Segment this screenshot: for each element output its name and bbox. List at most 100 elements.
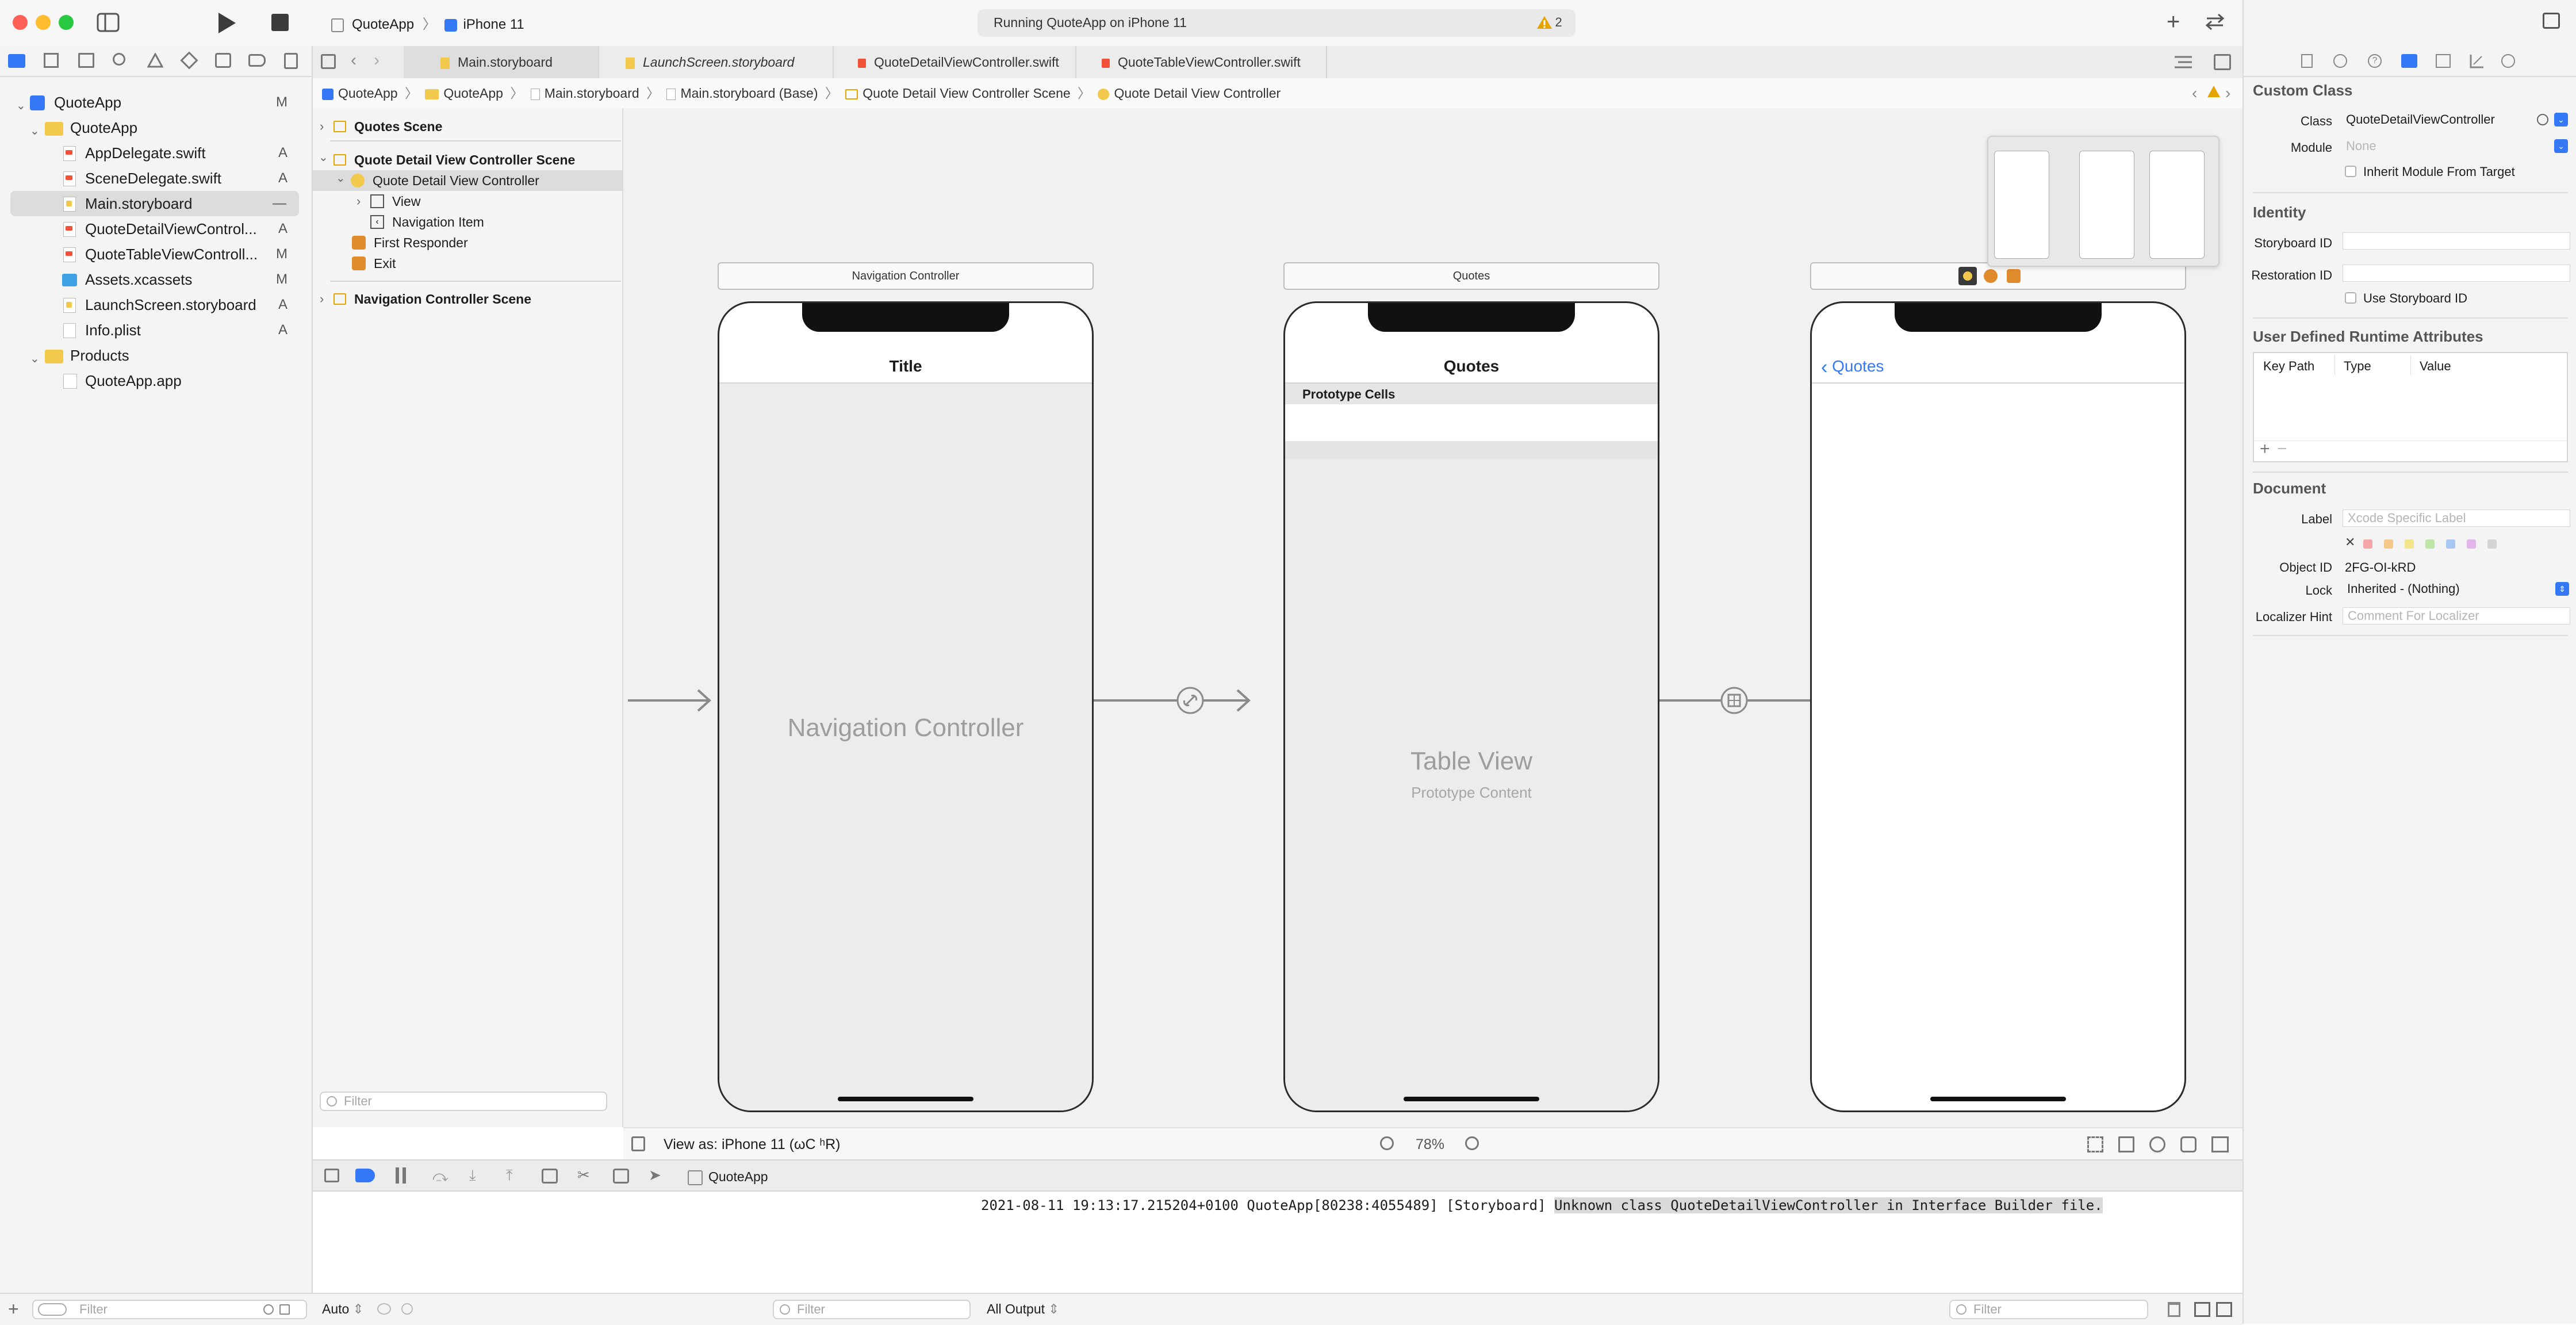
localizer-hint-field[interactable]: Comment For Localizer [2343, 607, 2570, 625]
add-icon[interactable]: + [2167, 10, 2180, 33]
navigation-controller-device[interactable]: Title Navigation Controller [718, 301, 1094, 1112]
nav-project-quoteapp[interactable]: ⌄ QuoteApp M [0, 90, 310, 115]
clear-label-icon[interactable]: ✕ [2345, 535, 2355, 550]
history-inspector-icon[interactable] [2333, 54, 2347, 68]
go-to-class-icon[interactable] [2537, 114, 2548, 125]
filter-options-icon[interactable] [38, 1303, 67, 1316]
resolve-issues-icon[interactable] [2211, 1136, 2229, 1152]
step-into-icon[interactable]: ⤓ [469, 1166, 476, 1185]
entry-point-arrow[interactable] [623, 689, 715, 712]
zoom-out-icon[interactable] [1380, 1136, 1394, 1150]
label-color-purple[interactable] [2467, 539, 2476, 549]
variables-filter-input[interactable]: Filter [773, 1300, 971, 1319]
update-frames-icon[interactable] [2087, 1136, 2103, 1152]
relationship-segue[interactable] [1094, 683, 1256, 718]
nav-file-infoplist[interactable]: Info.plist A [0, 317, 310, 343]
scene-header-quotes[interactable]: Quotes [1283, 262, 1659, 290]
find-icon[interactable] [113, 53, 125, 66]
module-field[interactable]: None ⌄ [2341, 138, 2570, 155]
first-responder-dock-icon[interactable] [1984, 269, 1998, 283]
view-hierarchy-icon[interactable] [542, 1169, 558, 1184]
nav-file-quotedetail[interactable]: QuoteDetailViewControl... A [0, 216, 310, 242]
outline-first-responder[interactable]: First Responder [313, 232, 622, 253]
editor-options-icon[interactable] [2174, 55, 2193, 69]
tab-launchscreen[interactable]: LaunchScreen.storyboard [599, 46, 834, 78]
quote-detail-device[interactable]: ‹ Quotes [1810, 301, 2186, 1112]
outline-detail-vc[interactable]: ⌄ Quote Detail View Controller [313, 170, 622, 191]
storyboard-id-field[interactable] [2343, 232, 2570, 250]
class-field[interactable]: QuoteDetailViewController ⌄ [2341, 112, 2570, 129]
console-output-selector[interactable]: All Output ⇕ [987, 1294, 1059, 1324]
forward-icon[interactable]: › [374, 51, 379, 70]
view-controller-dock-icon[interactable] [1958, 267, 1977, 285]
label-color-blue[interactable] [2446, 539, 2455, 549]
breadcrumb[interactable]: QuoteApp 〉 QuoteApp 〉 Main.storyboard 〉 … [322, 78, 1281, 108]
breakpoint-icon[interactable] [248, 54, 266, 67]
module-dropdown-icon[interactable]: ⌄ [2554, 139, 2568, 153]
code-review-icon[interactable] [2203, 13, 2226, 31]
disclosure-closed-icon[interactable]: › [320, 289, 324, 309]
label-color-yellow[interactable] [2405, 539, 2414, 549]
class-dropdown-icon[interactable]: ⌄ [2554, 113, 2568, 127]
nav-file-quoteapp-app[interactable]: QuoteApp.app [0, 368, 310, 393]
recent-files-icon[interactable] [263, 1304, 274, 1315]
add-constraints-icon[interactable] [2180, 1136, 2196, 1152]
exit-dock-icon[interactable] [2007, 269, 2021, 283]
tab-main-storyboard[interactable]: Main.storyboard [404, 46, 599, 78]
back-button[interactable]: ‹ Quotes [1821, 350, 1884, 382]
nav-file-scenedelegate[interactable]: SceneDelegate.swift A [0, 166, 310, 191]
navigator-filter-input[interactable]: Filter [32, 1300, 307, 1319]
back-icon[interactable]: ‹ [351, 51, 356, 70]
storyboard-canvas[interactable]: Navigation Controller Title Navigation C… [623, 108, 2242, 1127]
tab-quotedetail-swift[interactable]: QuoteDetailViewController.swift [834, 46, 1076, 78]
warning-badge[interactable]: 2 [1536, 15, 1562, 30]
report-icon[interactable] [284, 53, 298, 69]
help-inspector-icon[interactable]: ? [2368, 54, 2382, 68]
pause-icon[interactable] [396, 1167, 399, 1184]
debug-icon[interactable] [215, 53, 231, 68]
outline-view[interactable]: › View [313, 191, 622, 212]
align-icon[interactable] [2149, 1136, 2165, 1152]
console-output[interactable]: 2021-08-11 19:13:17.215204+0100 QuoteApp… [979, 1192, 2242, 1293]
label-color-red[interactable] [2363, 539, 2372, 549]
remove-attribute-icon[interactable]: − [2277, 439, 2287, 459]
nav-file-launchscreen[interactable]: LaunchScreen.storyboard A [0, 292, 310, 317]
storyboard-minimap[interactable] [1987, 136, 2220, 267]
folder-icon[interactable] [8, 54, 25, 68]
connections-inspector-icon[interactable] [2501, 54, 2515, 68]
outline-toggle-icon[interactable] [631, 1136, 645, 1151]
console-filter-input[interactable]: Filter [1949, 1300, 2148, 1319]
device-config-button[interactable]: View as: iPhone 11 (ωC ʰR) [664, 1128, 840, 1161]
memory-graph-icon[interactable]: ✂ [577, 1166, 590, 1184]
sidebar-toggle-icon[interactable] [97, 13, 120, 32]
outline-exit[interactable]: Exit [313, 253, 622, 274]
restoration-id-field[interactable] [2343, 265, 2570, 282]
next-issue-icon[interactable]: › [2225, 78, 2230, 108]
close-window-button[interactable] [13, 15, 28, 30]
inspector-toggle-icon[interactable] [2543, 13, 2560, 29]
zoom-in-icon[interactable] [1465, 1136, 1479, 1150]
outline-navigation-item[interactable]: ‹ Navigation Item [313, 212, 622, 232]
embed-in-stack-icon[interactable] [2118, 1136, 2134, 1152]
quick-look-icon[interactable] [377, 1303, 391, 1315]
issue-icon[interactable] [147, 53, 163, 68]
prototype-cell[interactable] [1285, 404, 1658, 441]
simulate-location-icon[interactable]: ➤ [649, 1166, 661, 1184]
disclosure-open-icon[interactable]: ⌄ [319, 147, 328, 168]
hide-debug-area-icon[interactable] [324, 1169, 339, 1182]
size-inspector-icon[interactable] [2469, 53, 2484, 69]
scene-header-navigation-controller[interactable]: Navigation Controller [718, 262, 1094, 290]
label-color-green[interactable] [2425, 539, 2435, 549]
checkbox[interactable] [2345, 292, 2356, 304]
trash-icon[interactable] [2168, 1302, 2180, 1317]
attributes-inspector-icon[interactable] [2436, 54, 2451, 68]
minimize-window-button[interactable] [36, 15, 51, 30]
process-selector[interactable]: QuoteApp [688, 1161, 768, 1193]
zoom-window-button[interactable] [59, 15, 74, 30]
add-file-icon[interactable]: + [8, 1300, 19, 1318]
stop-button[interactable] [271, 14, 289, 31]
checkbox[interactable] [2345, 166, 2356, 177]
add-attribute-icon[interactable]: + [2260, 439, 2270, 459]
quotes-table-device[interactable]: Quotes Prototype Cells Table View Protot… [1283, 301, 1659, 1112]
nav-group-products[interactable]: ⌄ Products [0, 343, 310, 368]
